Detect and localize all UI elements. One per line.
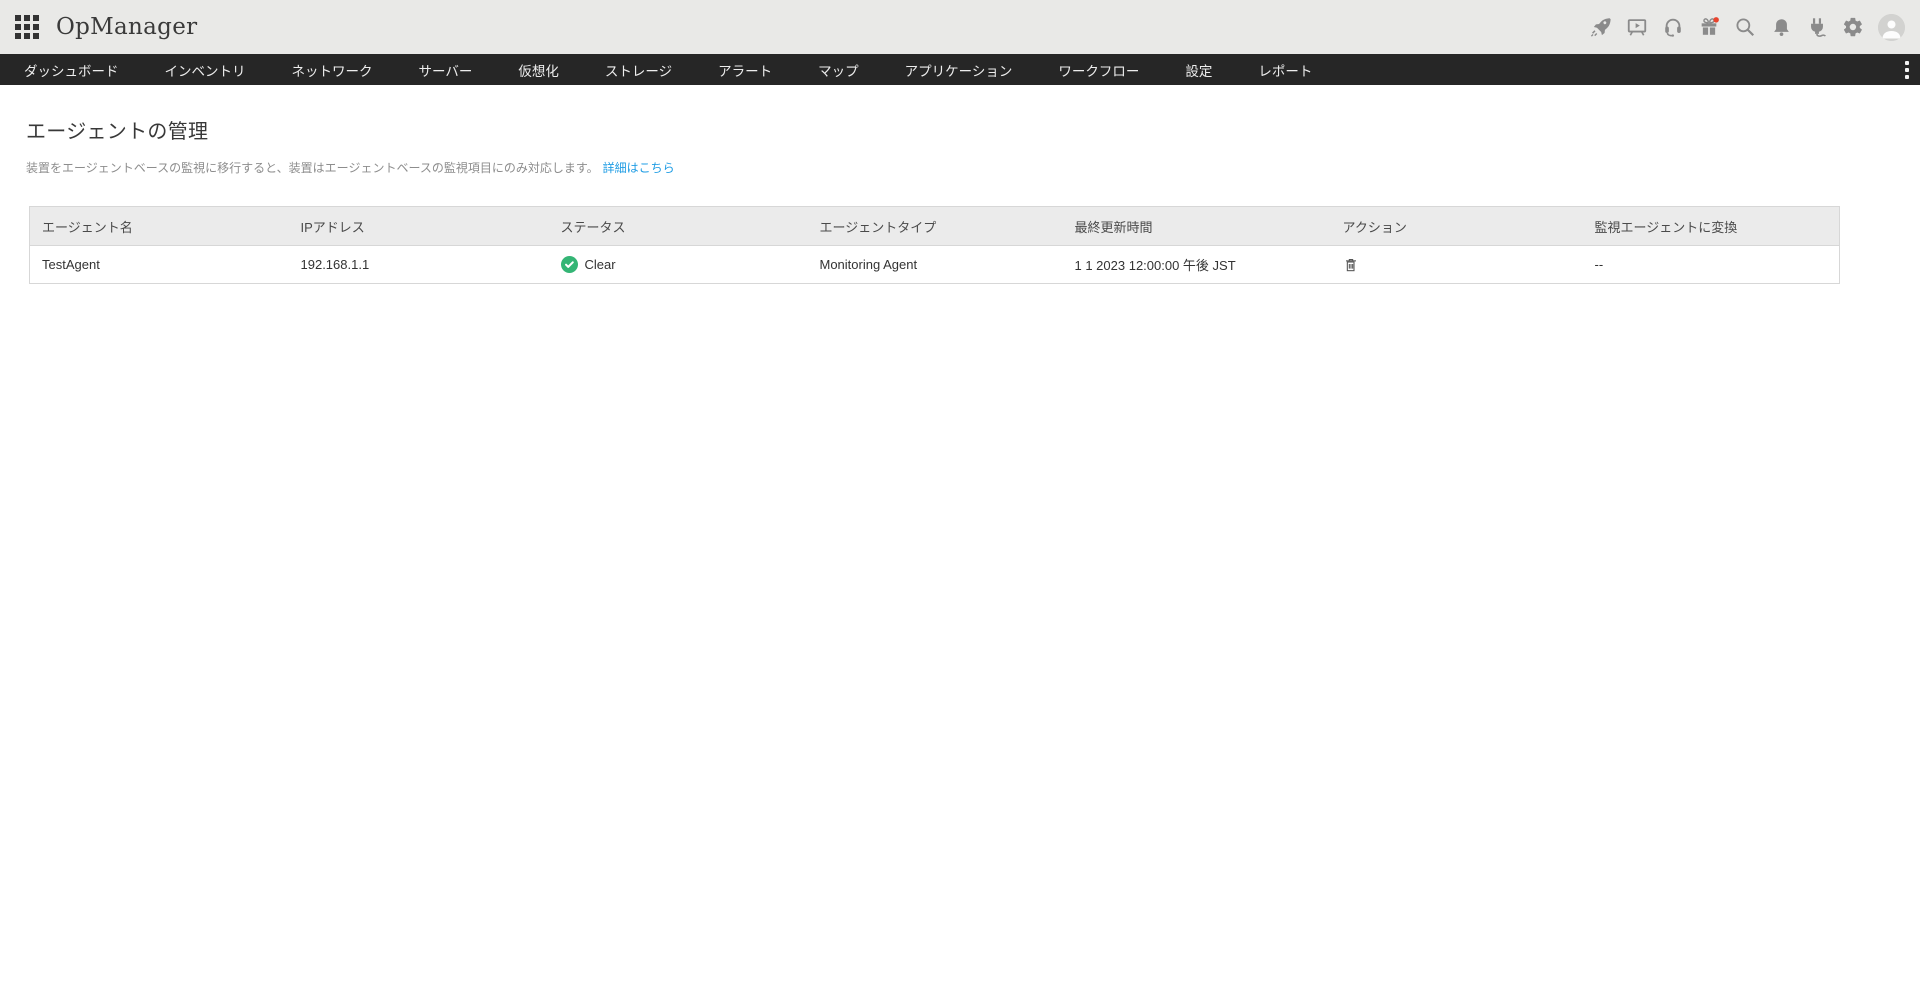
nav-item-storage[interactable]: ストレージ — [605, 60, 672, 80]
nav-item-maps[interactable]: マップ — [818, 60, 859, 80]
cell-agent-type: Monitoring Agent — [807, 245, 1063, 284]
cell-ip-address: 192.168.1.1 — [288, 245, 549, 284]
status-clear-icon — [560, 256, 578, 273]
app-logo: OpManager — [56, 14, 198, 40]
cell-convert: -- — [1582, 245, 1840, 284]
page-content: エージェントの管理 装置をエージェントベースの監視に移行すると、装置はエージェン… — [0, 85, 1920, 284]
nav-item-virtualization[interactable]: 仮想化 — [518, 60, 559, 80]
presentation-icon[interactable] — [1626, 16, 1648, 38]
col-header-last-updated: 最終更新時間 — [1062, 206, 1331, 246]
col-header-agent-type: エージェントタイプ — [807, 206, 1063, 246]
learn-more-link[interactable]: 詳細はこちら — [603, 161, 675, 175]
kebab-menu-icon[interactable] — [1905, 54, 1909, 85]
delete-agent-button[interactable] — [1343, 257, 1359, 273]
table-header-row: エージェント名 IPアドレス ステータス エージェントタイプ 最終更新時間 アク… — [29, 206, 1840, 246]
nav-item-reports[interactable]: レポート — [1258, 60, 1312, 80]
main-nav: ダッシュボード インベントリ ネットワーク サーバー 仮想化 ストレージ アラー… — [0, 54, 1920, 85]
cell-agent-name: TestAgent — [29, 245, 289, 284]
col-header-ip-address: IPアドレス — [288, 206, 549, 246]
page-description: 装置をエージェントベースの監視に移行すると、装置はエージェントベースの監視項目に… — [26, 159, 1920, 176]
col-header-action: アクション — [1330, 206, 1583, 246]
nav-item-inventory[interactable]: インベントリ — [165, 60, 246, 80]
nav-item-server[interactable]: サーバー — [419, 60, 473, 80]
cell-status: Clear — [548, 245, 808, 284]
search-icon[interactable] — [1734, 16, 1756, 38]
nav-item-alerts[interactable]: アラート — [718, 60, 772, 80]
nav-item-network[interactable]: ネットワーク — [292, 60, 373, 80]
rocket-icon[interactable] — [1590, 16, 1612, 38]
nav-item-workflow[interactable]: ワークフロー — [1058, 60, 1139, 80]
gear-icon[interactable] — [1842, 16, 1864, 38]
table-row: TestAgent 192.168.1.1 Clear Monitoring A… — [29, 245, 1840, 284]
topbar: OpManager — [0, 0, 1920, 54]
col-header-convert: 監視エージェントに変換 — [1582, 206, 1840, 246]
avatar[interactable] — [1878, 13, 1905, 41]
page-description-text: 装置をエージェントベースの監視に移行すると、装置はエージェントベースの監視項目に… — [26, 161, 599, 175]
plug-icon[interactable] — [1806, 16, 1828, 38]
nav-item-applications[interactable]: アプリケーション — [905, 60, 1013, 80]
col-header-status: ステータス — [548, 206, 808, 246]
headset-icon[interactable] — [1662, 16, 1684, 38]
cell-action — [1330, 245, 1583, 284]
bell-icon[interactable] — [1770, 16, 1792, 38]
page-title: エージェントの管理 — [26, 121, 209, 143]
status-label: Clear — [584, 257, 616, 272]
gift-icon[interactable] — [1698, 16, 1720, 38]
nav-item-dashboard[interactable]: ダッシュボード — [24, 60, 119, 80]
nav-item-settings[interactable]: 設定 — [1185, 60, 1212, 80]
topbar-icons — [1590, 13, 1905, 41]
agents-table: エージェント名 IPアドレス ステータス エージェントタイプ 最終更新時間 アク… — [29, 206, 1840, 284]
cell-last-updated: 1 1 2023 12:00:00 午後 JST — [1062, 245, 1331, 284]
col-header-agent-name: エージェント名 — [29, 206, 289, 246]
apps-grid-icon[interactable] — [14, 14, 40, 40]
gift-badge — [1713, 17, 1719, 23]
